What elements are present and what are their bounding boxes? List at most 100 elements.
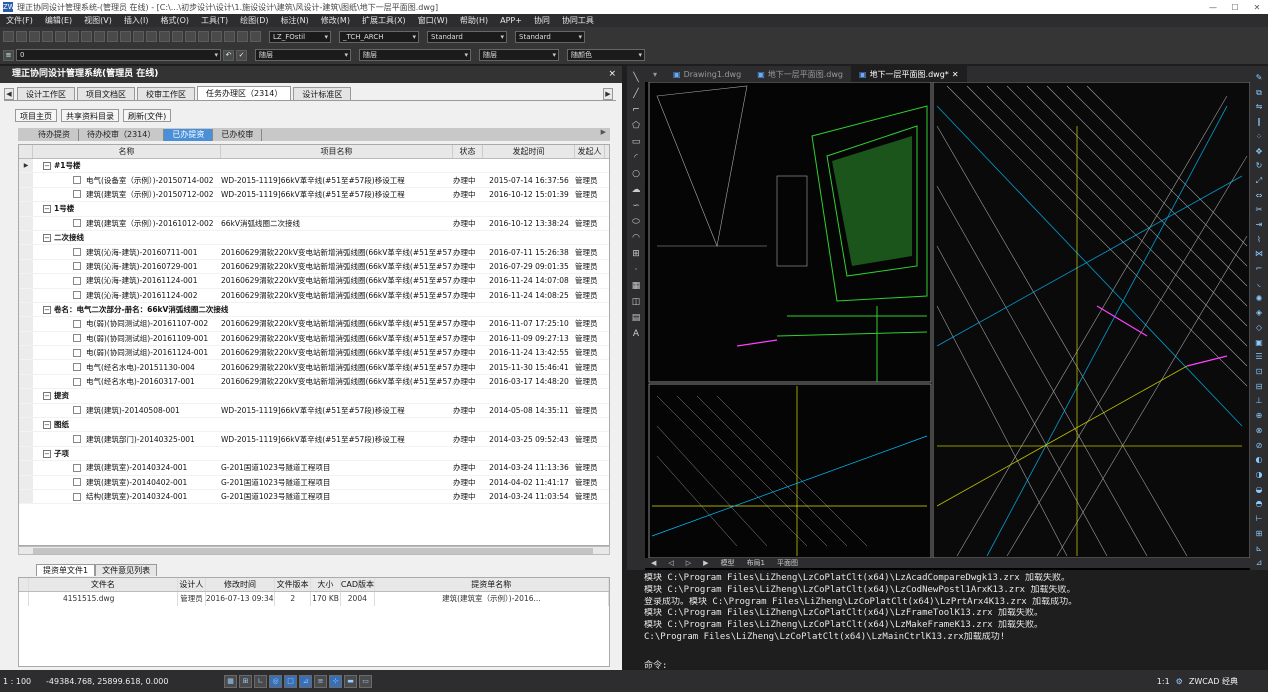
calc-icon[interactable] [250, 31, 261, 42]
xref-icon[interactable]: ⊕ [1256, 410, 1263, 423]
menu-item[interactable]: 插入(I) [118, 15, 155, 26]
table-row[interactable]: 结构(建筑室)-20140324-001 G-201国道1023号隧道工程项目 办理… [19, 489, 609, 505]
close-window-button[interactable]: ✕ [1246, 3, 1268, 12]
rectangle-icon[interactable]: ▭ [632, 136, 641, 149]
file-col-header[interactable]: 大小 [311, 578, 341, 591]
file-row[interactable]: 4151515.dwg管理员2016-07-13 09:34:232170 KB… [19, 592, 610, 606]
layout-nav-icon[interactable]: ▶ [697, 559, 714, 567]
lineweight-toggle-icon[interactable]: ≡ [314, 674, 327, 688]
row-checkbox[interactable] [73, 406, 81, 415]
row-checkbox[interactable] [73, 363, 81, 372]
layout-nav-icon[interactable]: ◀ [645, 559, 662, 567]
polar-toggle-icon[interactable]: ◎ [269, 674, 282, 688]
layout-nav-icon[interactable]: ◁ [662, 559, 679, 567]
row-checkbox[interactable] [73, 262, 81, 271]
cloud-icon[interactable]: ☁ [632, 184, 641, 197]
subtab[interactable]: 待办校审（2314） [79, 129, 165, 141]
menu-item[interactable]: 修改(M) [315, 15, 356, 26]
panel-action-button[interactable]: 共享资料目录 [61, 109, 119, 122]
menu-item[interactable]: 格式(O) [154, 15, 195, 26]
linetype-select[interactable]: 随层 [359, 49, 471, 61]
scrollbar-thumb[interactable] [33, 548, 593, 554]
row-checkbox[interactable] [73, 176, 81, 185]
tab-list-icon[interactable]: ▾ [645, 70, 665, 79]
properties-icon[interactable] [211, 31, 222, 42]
layout-nav-icon[interactable]: ▷ [680, 559, 697, 567]
menu-item[interactable]: 编辑(E) [39, 15, 78, 26]
table-row[interactable]: ▶ − #1号楼 [19, 159, 609, 174]
dim-style-select[interactable]: _TCH_ARCH [339, 30, 419, 43]
panel-action-button[interactable]: 项目主页 [15, 109, 57, 122]
tab-main[interactable]: 设计标准区 [293, 87, 352, 100]
grid-icon[interactable]: ⊞ [1256, 528, 1263, 541]
row-checkbox[interactable] [73, 248, 81, 257]
tool-palette-icon[interactable] [237, 31, 248, 42]
explode-icon[interactable]: ✺ [1256, 293, 1263, 306]
layer-manager-icon[interactable]: ≡ [3, 49, 14, 61]
cad-drawing[interactable] [627, 66, 1268, 570]
measure-icon[interactable]: ⊥ [1256, 395, 1263, 408]
row-checkbox[interactable] [73, 319, 81, 328]
lineweight-select[interactable]: 随层 [479, 49, 559, 61]
stretch-icon[interactable]: ⇔ [1256, 190, 1263, 203]
ucs-icon[interactable]: ⊾ [1256, 543, 1263, 556]
row-checkbox[interactable] [73, 492, 81, 501]
group-icon[interactable]: ▣ [1255, 337, 1263, 350]
snap-toggle-icon[interactable]: ⊞ [239, 674, 252, 688]
tab-close-icon[interactable]: ✕ [952, 70, 959, 79]
mirror-icon[interactable]: ⇋ [1256, 101, 1263, 114]
purge-icon[interactable]: ⊗ [1256, 425, 1263, 438]
table-row[interactable]: 建筑(建筑)-20140508-001 WD-2015-1119]66kV革辛线(… [19, 403, 609, 419]
rotate-icon[interactable]: ↻ [1256, 160, 1263, 173]
row-checkbox[interactable] [73, 478, 81, 487]
cut-icon[interactable] [81, 31, 92, 42]
menu-item[interactable]: APP+ [494, 16, 528, 25]
fillet-icon[interactable]: ◟ [1257, 278, 1260, 291]
layout-tab[interactable]: 布局1 [741, 558, 771, 568]
subtab-scroll-icon[interactable]: ▶ [601, 128, 606, 136]
table-row[interactable]: − 子项 [19, 446, 609, 462]
row-checkbox[interactable] [73, 463, 81, 472]
expand-toggle-icon[interactable]: − [43, 305, 51, 314]
col-status-header[interactable]: 状态 [453, 145, 483, 158]
offset-icon[interactable]: ∥ [1257, 116, 1261, 129]
join-icon[interactable]: ⋈ [1255, 248, 1263, 261]
table-row[interactable]: 建筑(建筑室（示例）)-20161012-002 66kV消弧线圈二次接线 办理中 2… [19, 216, 609, 231]
menu-item[interactable]: 视图(V) [78, 15, 118, 26]
layout-tab[interactable]: 模型 [715, 558, 741, 568]
view-icon[interactable]: ⊿ [1256, 557, 1263, 570]
properties-panel-icon[interactable]: ☰ [1255, 351, 1262, 364]
audit-icon[interactable]: ⊘ [1256, 440, 1263, 453]
table-row[interactable]: −1号楼 [19, 202, 609, 217]
qp-toggle-icon[interactable]: ▬ [344, 674, 357, 688]
table-icon[interactable]: ▤ [632, 312, 641, 325]
undo-icon[interactable] [133, 31, 144, 42]
layer-icon[interactable]: ◈ [1256, 307, 1262, 320]
text-icon[interactable]: A [633, 328, 639, 341]
table-row[interactable]: 建筑(建筑室)-20140402-001 G-201国道1023号隧道工程项目 办理… [19, 475, 609, 490]
table-row[interactable]: 建筑(沁海-建筑)-20161124-001 20160629渭软220kV变电站… [19, 274, 609, 289]
zoom-icon[interactable] [172, 31, 183, 42]
workspace-gear-icon[interactable]: ⚙ [1176, 677, 1183, 686]
otrack-toggle-icon[interactable]: ⊿ [299, 674, 312, 688]
menu-item[interactable]: 文件(F) [0, 15, 39, 26]
match-icon[interactable]: ◇ [1256, 322, 1262, 335]
color-select[interactable]: 随层 [255, 49, 351, 61]
table-row[interactable]: − 卷名：电气二次部分-册名：66kV消弧线圈二次接线 [19, 302, 609, 318]
col-time-header[interactable]: 发起时间 [483, 145, 575, 158]
expand-toggle-icon[interactable]: − [43, 233, 51, 242]
layout-tab[interactable]: 平面图 [771, 558, 804, 568]
zoom-window-icon[interactable] [185, 31, 196, 42]
bottom-tab[interactable]: 文件意见列表 [95, 564, 158, 576]
scale-readout[interactable]: 1 : 100 [0, 677, 46, 686]
row-checkbox[interactable] [73, 377, 81, 386]
hide-icon[interactable]: ◐ [1256, 454, 1263, 467]
copy-icon[interactable] [94, 31, 105, 42]
drawing-canvas[interactable] [627, 66, 1268, 570]
hatch-icon[interactable]: ▦ [632, 280, 641, 293]
block-icon[interactable]: ⊟ [1256, 381, 1263, 394]
menu-item[interactable]: 工具(T) [195, 15, 234, 26]
row-checkbox[interactable] [73, 291, 81, 300]
design-center-icon[interactable] [224, 31, 235, 42]
table-row[interactable]: 电(弱)(协同测试组)-20161109-001 20160629渭软220kV变… [19, 331, 609, 347]
